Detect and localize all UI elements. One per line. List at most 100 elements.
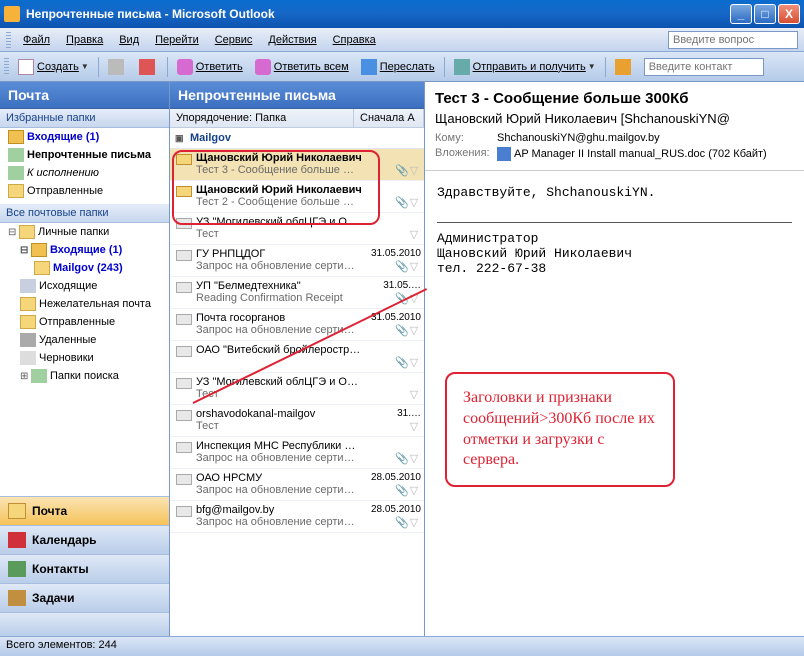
mailgov-folder[interactable]: Mailgov (243): [0, 259, 169, 277]
nav-tasks-button[interactable]: Задачи: [0, 583, 169, 612]
message-row[interactable]: ОАО "Витебский бройлеростр…📎▽: [170, 341, 424, 373]
junk-folder[interactable]: Нежелательная почта: [0, 295, 169, 313]
message-row[interactable]: УЗ "Могилевский облЦГЭ и О…Тест▽: [170, 213, 424, 245]
reply-button[interactable]: Ответить: [172, 57, 248, 77]
flag-icon[interactable]: ▽: [407, 484, 421, 497]
attachment-icon: 📎: [395, 324, 407, 337]
flag-icon[interactable]: ▽: [407, 324, 421, 337]
contacts-icon: [8, 561, 26, 577]
contact-search-input[interactable]: [644, 58, 764, 76]
flag-icon[interactable]: ▽: [407, 228, 421, 241]
fav-followup[interactable]: К исполнению: [0, 164, 169, 182]
fav-sent[interactable]: Отправленные: [0, 182, 169, 200]
flag-icon[interactable]: ▽: [407, 420, 421, 433]
menu-edit[interactable]: Правка: [58, 31, 111, 49]
maximize-button[interactable]: □: [754, 4, 776, 24]
menu-file[interactable]: Файл: [15, 31, 58, 49]
forward-icon: [361, 59, 377, 75]
message-from: ГУ РНПЦДОГ: [196, 248, 367, 260]
message-from: orshavodokanal-mailgov: [196, 408, 393, 420]
send-receive-button[interactable]: Отправить и получить▼: [449, 57, 601, 77]
window-title: Непрочтенные письма - Microsoft Outlook: [26, 7, 730, 21]
message-row[interactable]: Щановский Юрий НиколаевичТест 2 - Сообще…: [170, 181, 424, 213]
nav-contacts-button[interactable]: Контакты: [0, 554, 169, 583]
flag-icon[interactable]: ▽: [407, 196, 421, 209]
menu-goto[interactable]: Перейти: [147, 31, 207, 49]
outbox-folder[interactable]: Исходящие: [0, 277, 169, 295]
print-button[interactable]: [103, 57, 132, 77]
message-row[interactable]: УЗ "Могилевский облЦГЭ и О…Тест▽: [170, 373, 424, 405]
nav-shortcuts[interactable]: [0, 612, 169, 636]
message-row[interactable]: ОАО НРСМУ28.05.2010Запрос на обновление …: [170, 469, 424, 501]
envelope-icon: [176, 186, 192, 197]
nav-mail-button[interactable]: Почта: [0, 496, 169, 525]
envelope-icon: [176, 250, 192, 261]
flag-icon[interactable]: ▽: [407, 164, 421, 177]
new-button[interactable]: Создать▼: [13, 57, 94, 77]
personal-folders[interactable]: ⊟Личные папки: [0, 223, 169, 241]
address-book-button[interactable]: [610, 57, 639, 77]
message-row[interactable]: Инспекция МНС Республики …Запрос на обно…: [170, 437, 424, 469]
forward-button[interactable]: Переслать: [356, 57, 440, 77]
message-from: УП "Белмедтехника": [196, 280, 379, 292]
envelope-icon: [176, 378, 192, 389]
deleted-folder[interactable]: Удаленные: [0, 331, 169, 349]
group-header[interactable]: Mailgov: [170, 128, 424, 149]
drafts-folder[interactable]: Черновики: [0, 349, 169, 367]
close-button[interactable]: X: [778, 4, 800, 24]
menu-bar: Файл Правка Вид Перейти Сервис Действия …: [0, 28, 804, 52]
message-row[interactable]: УП "Белмедтехника"31.05.…Reading Confirm…: [170, 277, 424, 309]
status-bar: Всего элементов: 244: [0, 636, 804, 656]
message-row[interactable]: ГУ РНПЦДОГ31.05.2010Запрос на обновление…: [170, 245, 424, 277]
sort-order[interactable]: Сначала А: [354, 109, 424, 127]
sent-folder[interactable]: Отправленные: [0, 313, 169, 331]
toolbar: Создать▼ Ответить Ответить всем Переслат…: [0, 52, 804, 82]
reply-icon: [177, 59, 193, 75]
attachment-icon: 📎: [395, 260, 407, 273]
message-from: Щановский Юрий Николаевич: [196, 184, 421, 196]
flag-icon[interactable]: ▽: [407, 388, 421, 401]
sort-bar[interactable]: Упорядочение: Папка Сначала А: [170, 109, 424, 128]
envelope-icon: [176, 410, 192, 421]
envelope-icon: [176, 346, 192, 357]
print-icon: [108, 59, 124, 75]
message-row[interactable]: Щановский Юрий НиколаевичТест 3 - Сообще…: [170, 149, 424, 181]
inbox-folder[interactable]: ⊟Входящие (1): [0, 241, 169, 259]
message-subject-preview: Тест 2 - Сообщение больше …: [196, 196, 395, 209]
flag-icon[interactable]: ▽: [407, 516, 421, 529]
calendar-icon: [8, 532, 26, 548]
new-mail-icon: [18, 59, 34, 75]
flag-icon[interactable]: ▽: [407, 452, 421, 465]
reading-pane: Тест 3 - Сообщение больше 300Кб Щановски…: [425, 82, 804, 636]
menu-tools[interactable]: Сервис: [207, 31, 261, 49]
fav-unread[interactable]: Непрочтенные письма: [0, 146, 169, 164]
message-from: Почта госорганов: [196, 312, 367, 324]
reply-all-button[interactable]: Ответить всем: [250, 57, 354, 77]
ask-question-input[interactable]: [668, 31, 798, 49]
search-folders[interactable]: ⊞Папки поиска: [0, 367, 169, 385]
message-row[interactable]: Почта госорганов31.05.2010Запрос на обно…: [170, 309, 424, 341]
to-label: Кому:: [435, 132, 497, 144]
message-date: 28.05.2010: [371, 472, 421, 484]
search-folder-icon: [8, 166, 24, 180]
sort-by-label[interactable]: Упорядочение: Папка: [170, 109, 354, 127]
fav-inbox[interactable]: Входящие (1): [0, 128, 169, 146]
attachment-link[interactable]: AP Manager II Install manual_RUS.doc (70…: [497, 147, 794, 161]
flag-icon[interactable]: ▽: [407, 260, 421, 273]
trash-icon: [20, 333, 36, 347]
delete-button[interactable]: [134, 57, 163, 77]
attachment-icon: 📎: [395, 356, 407, 369]
message-from: bfg@mailgov.by: [196, 504, 367, 516]
attachment-icon: 📎: [395, 484, 407, 497]
menu-view[interactable]: Вид: [111, 31, 147, 49]
message-row[interactable]: orshavodokanal-mailgov31.…Тест▽: [170, 405, 424, 437]
message-subject-preview: Тест: [196, 228, 407, 241]
minimize-button[interactable]: _: [730, 4, 752, 24]
grip-icon: [4, 58, 9, 76]
nav-calendar-button[interactable]: Календарь: [0, 525, 169, 554]
message-list[interactable]: Mailgov Щановский Юрий НиколаевичТест 3 …: [170, 128, 424, 636]
message-row[interactable]: bfg@mailgov.by28.05.2010Запрос на обновл…: [170, 501, 424, 533]
menu-help[interactable]: Справка: [325, 31, 384, 49]
flag-icon[interactable]: ▽: [407, 356, 421, 369]
menu-actions[interactable]: Действия: [260, 31, 324, 49]
